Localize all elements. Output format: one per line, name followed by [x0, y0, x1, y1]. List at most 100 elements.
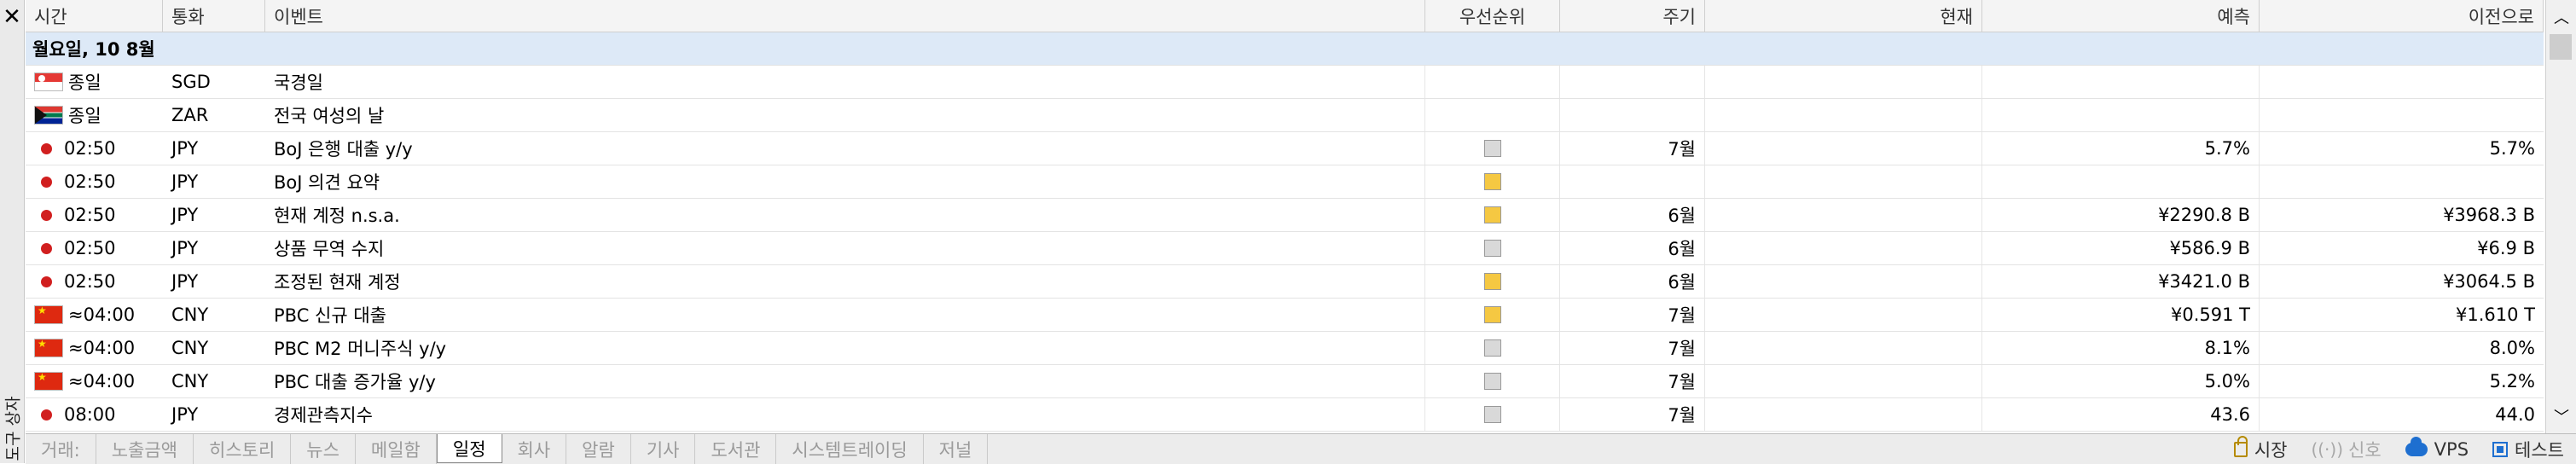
- cell-actual: [1705, 132, 1982, 165]
- tab-9[interactable]: 도서관: [695, 434, 777, 464]
- tab-3[interactable]: 뉴스: [291, 434, 356, 464]
- cell-event: PBC M2 머니주식 y/y: [265, 332, 1425, 364]
- cell-previous: ¥6.9 B: [2477, 238, 2535, 258]
- close-icon[interactable]: ✕: [0, 2, 24, 32]
- cell-period: 7월: [1560, 365, 1705, 397]
- flag-cn-icon: [34, 372, 63, 391]
- toolbox-strip: ✕ 도구 상자: [0, 0, 25, 463]
- cell-period: [1560, 66, 1705, 98]
- date-group-label: 월요일, 10 8월: [32, 39, 155, 60]
- cell-previous: ¥1.610 T: [2456, 304, 2535, 325]
- cell-time: 02:50: [26, 132, 163, 165]
- status-signal[interactable]: ((·)) 신호: [2299, 437, 2393, 462]
- cell-event: 현재 계정 n.s.a.: [265, 199, 1425, 231]
- table-header: 시간 통화 이벤트 우선순위 주기 현재 예측 이전으로: [26, 0, 2544, 32]
- vertical-scrollbar[interactable]: ︿ ﹀: [2545, 0, 2576, 433]
- tab-5[interactable]: 일정: [436, 434, 502, 463]
- scroll-thumb[interactable]: [2550, 34, 2572, 60]
- cell-event: BoJ 의견 요약: [265, 165, 1425, 198]
- time-text: ≈04:00: [68, 338, 136, 358]
- tab-1[interactable]: 노출금액: [96, 434, 194, 464]
- time-text: 02:50: [64, 171, 116, 192]
- time-text: ≈04:00: [68, 371, 136, 392]
- tab-10[interactable]: 시스템트레이딩: [776, 434, 924, 464]
- status-vps[interactable]: VPS: [2393, 436, 2480, 460]
- cell-period: 6월: [1560, 199, 1705, 231]
- priority-box: [1483, 339, 1501, 357]
- priority-box: [1483, 373, 1501, 390]
- flag-sg-icon: [34, 72, 63, 91]
- priority-box: [1483, 306, 1501, 323]
- toolbox-title: 도구 상자: [3, 396, 23, 461]
- tab-7[interactable]: 알람: [566, 434, 631, 464]
- table-row[interactable]: ≈04:00 CNY PBC 대출 증가율 y/y 7월 5.0% 5.2%: [26, 365, 2544, 398]
- cell-previous: 8.0%: [2489, 338, 2535, 358]
- status-area: 시장 ((·)) 신호 VPS 테스트: [2222, 434, 2576, 464]
- table-row[interactable]: 종일 SGD 국경일: [26, 66, 2544, 99]
- table-row[interactable]: 02:50 JPY BoJ 의견 요약: [26, 165, 2544, 199]
- cell-forecast: ¥3421.0 B: [1982, 265, 2260, 298]
- cell-period: 7월: [1560, 332, 1705, 364]
- table-row[interactable]: 08:00 JPY 경제관측지수 7월 43.6 44.0: [26, 398, 2544, 432]
- table-row[interactable]: 02:50 JPY 현재 계정 n.s.a. 6월 ¥2290.8 B ¥3968.3 B: [26, 199, 2544, 232]
- cell-time: ≈04:00: [26, 365, 163, 397]
- lock-icon: [2233, 435, 2248, 457]
- table-row[interactable]: ≈04:00 CNY PBC 신규 대출 7월 ¥0.591 T ¥1.610 T: [26, 299, 2544, 332]
- time-text: 02:50: [64, 238, 116, 258]
- cloud-icon: [2405, 436, 2428, 456]
- col-header-forecast[interactable]: 예측: [1982, 0, 2260, 32]
- table-row[interactable]: 종일 ZAR 전국 여성의 날: [26, 99, 2544, 132]
- scroll-up-icon[interactable]: ︿: [2546, 2, 2576, 32]
- tab-0[interactable]: 거래:: [26, 434, 96, 464]
- calendar-table: 시간 통화 이벤트 우선순위 주기 현재 예측 이전으로 월요일, 10 8월 …: [26, 0, 2544, 433]
- cell-currency: JPY: [171, 205, 199, 225]
- time-text: 02:50: [64, 138, 116, 159]
- tab-8[interactable]: 기사: [631, 434, 696, 464]
- priority-box: [1483, 273, 1501, 290]
- cell-priority: [1425, 299, 1560, 331]
- cell-time: ≈04:00: [26, 332, 163, 364]
- table-row[interactable]: 02:50 JPY 상품 무역 수지 6월 ¥586.9 B ¥6.9 B: [26, 232, 2544, 265]
- date-group-header[interactable]: 월요일, 10 8월: [26, 32, 2544, 66]
- signal-icon: ((·)): [2311, 438, 2344, 460]
- col-header-event[interactable]: 이벤트: [265, 0, 1425, 32]
- col-header-actual[interactable]: 현재: [1705, 0, 1982, 32]
- table-row[interactable]: ≈04:00 CNY PBC M2 머니주식 y/y 7월 8.1% 8.0%: [26, 332, 2544, 365]
- cell-forecast: [1982, 165, 2260, 198]
- cell-period: 7월: [1560, 299, 1705, 331]
- tab-2[interactable]: 히스토리: [194, 434, 292, 464]
- cell-actual: [1705, 299, 1982, 331]
- cell-forecast: 5.0%: [1982, 365, 2260, 397]
- status-tester[interactable]: 테스트: [2480, 437, 2576, 462]
- cell-previous: 44.0: [2495, 404, 2535, 425]
- cell-time: 02:50: [26, 232, 163, 264]
- flag-za-icon: [34, 106, 63, 125]
- col-header-previous[interactable]: 이전으로: [2260, 0, 2544, 32]
- cell-priority: [1425, 66, 1560, 98]
- event-dot-icon: [41, 209, 52, 221]
- scroll-down-icon[interactable]: ﹀: [2546, 401, 2576, 432]
- cell-event: 경제관측지수: [265, 398, 1425, 431]
- cell-actual: [1705, 232, 1982, 264]
- tab-4[interactable]: 메일함: [356, 434, 437, 464]
- event-dot-icon: [41, 142, 52, 154]
- cell-actual: [1705, 265, 1982, 298]
- cell-currency: CNY: [171, 304, 209, 325]
- cell-time: 종일: [26, 99, 163, 131]
- table-row[interactable]: 02:50 JPY 조정된 현재 계정 6월 ¥3421.0 B ¥3064.5 B: [26, 265, 2544, 299]
- tab-11[interactable]: 저널: [924, 434, 989, 464]
- col-header-priority[interactable]: 우선순위: [1425, 0, 1560, 32]
- priority-box: [1483, 140, 1501, 157]
- col-header-currency[interactable]: 통화: [163, 0, 265, 32]
- status-market[interactable]: 시장: [2222, 435, 2300, 462]
- cell-period: 7월: [1560, 132, 1705, 165]
- table-row[interactable]: 02:50 JPY BoJ 은행 대출 y/y 7월 5.7% 5.7%: [26, 132, 2544, 165]
- col-header-time[interactable]: 시간: [26, 0, 163, 32]
- tab-6[interactable]: 회사: [502, 434, 567, 464]
- cell-priority: [1425, 199, 1560, 231]
- cell-actual: [1705, 332, 1982, 364]
- cell-priority: [1425, 165, 1560, 198]
- col-header-period[interactable]: 주기: [1560, 0, 1705, 32]
- flag-cn-icon: [34, 339, 63, 357]
- cell-event: BoJ 은행 대출 y/y: [265, 132, 1425, 165]
